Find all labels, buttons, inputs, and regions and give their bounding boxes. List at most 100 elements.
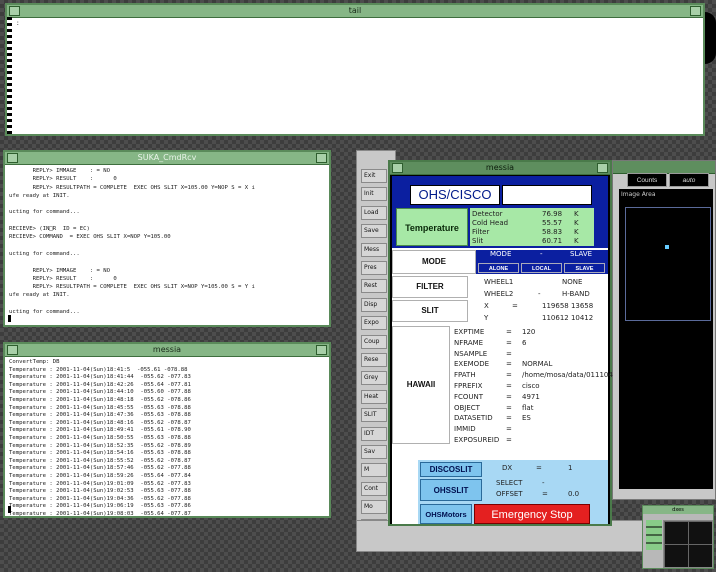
control-button-mo[interactable]: Mo	[361, 500, 387, 515]
dxes-buttons[interactable]	[646, 520, 662, 550]
wheel2-sep: -	[538, 290, 541, 298]
hawaii-param-label: EXPOSUREID	[454, 436, 500, 444]
terminal-line: REPLY> RESULT : 0	[9, 275, 117, 282]
select-sep: -	[542, 479, 545, 487]
window-resize-button[interactable]	[690, 6, 701, 16]
window-resize-button[interactable]	[316, 345, 327, 355]
tail-titlebar[interactable]: tail	[7, 5, 703, 18]
temperature-button[interactable]: Temperature	[396, 208, 468, 246]
image-area-label: Image Area	[621, 191, 656, 198]
control-button-exit[interactable]: Exit	[361, 169, 387, 183]
hawaii-param-sep: =	[506, 403, 512, 412]
mode-slave-button[interactable]: SLAVE	[564, 263, 605, 273]
terminal-line: REPLY> RESULT : 0	[9, 176, 117, 183]
hawaii-param-sep: =	[506, 436, 512, 444]
log-line: Temperature : 2001-11-04(Sun)19:01:09 -0…	[9, 480, 191, 487]
discoslit-button[interactable]: DISCOSLIT	[420, 462, 482, 477]
terminal-line: ufe ready at INIT.	[9, 192, 70, 199]
control-button-coup[interactable]: Coup	[361, 334, 387, 349]
mode-local-button[interactable]: LOCAL	[521, 263, 562, 273]
tail-scrollbar[interactable]	[7, 17, 12, 134]
hawaii-param-label: NFRAME	[454, 338, 484, 347]
terminal-line: REPLY> RESULTPATH = COMPLETE EXEC OHS SL…	[9, 184, 255, 191]
dx-label: DX	[502, 464, 513, 472]
control-button-pres[interactable]: Pres	[361, 261, 387, 275]
control-button-slit[interactable]: SLIT	[361, 408, 387, 423]
temp-unit: K	[574, 237, 579, 245]
control-button-save[interactable]: Save	[361, 224, 387, 239]
cmdrcv-titlebar[interactable]: SUKA_CmdRcv	[5, 152, 329, 165]
mode-alone-button[interactable]: ALONE	[478, 263, 519, 273]
hawaii-param-value: ES	[522, 414, 531, 423]
control-button-rese[interactable]: Rese	[361, 353, 387, 367]
ohsmotors-button[interactable]: OHSMotors	[420, 504, 472, 524]
terminal-line: REPLY> RESULTPATH = COMPLETE EXEC OHS SL…	[9, 284, 255, 291]
control-button-grey[interactable]: Grey	[361, 371, 387, 386]
log-line: Temperature : 2001-11-04(Sun)18:57:46 -0…	[9, 465, 191, 472]
counts-button[interactable]: Counts	[627, 173, 667, 187]
cmdrcv-window: SUKA_CmdRcv REPLY> IMMAGE : = NO REPLY> …	[3, 150, 331, 327]
auto-button[interactable]: auto	[669, 173, 709, 187]
control-button-expo[interactable]: Expo	[361, 316, 387, 331]
log-line: Temperature : 2001-11-04(Sun)18:44:10 -0…	[9, 389, 191, 396]
ohs-titlebar[interactable]: messia	[390, 162, 610, 175]
temp-label: Cold Head	[472, 219, 509, 227]
window-menu-button[interactable]	[7, 345, 18, 355]
slit-y-value: 110612 10412	[542, 314, 594, 322]
window-menu-button[interactable]	[392, 163, 403, 173]
control-button-mess[interactable]: Mess	[361, 242, 387, 257]
control-button-init[interactable]: Init	[361, 187, 387, 202]
control-button-rest[interactable]: Rest	[361, 279, 387, 294]
control-button-load[interactable]: Load	[361, 205, 387, 220]
window-resize-button[interactable]	[316, 153, 327, 163]
hawaii-param-sep: =	[506, 360, 512, 369]
slit-x-label: X	[484, 302, 489, 310]
dxes-grid	[663, 520, 713, 568]
terminal-line: RECIEVE> COMMAND = EXEC OHS SLIT X=NOP Y…	[9, 234, 171, 241]
emergency-stop-button[interactable]: Emergency Stop	[474, 504, 590, 524]
hawaii-param-value: /home/mosa/data/011104	[522, 371, 613, 380]
hawaii-button[interactable]: HAWAII	[392, 326, 450, 444]
temp-value: 60.71	[542, 237, 563, 245]
control-button-idt[interactable]: IDT	[361, 426, 387, 441]
image-view[interactable]	[625, 207, 711, 321]
hawaii-param-sep: =	[506, 392, 512, 401]
control-button-heat[interactable]: Heat	[361, 389, 387, 404]
hawaii-param-label: EXPTIME	[454, 328, 485, 336]
hawaii-param-label: DATASETID	[454, 414, 493, 423]
hawaii-param-value: NORMAL	[522, 360, 553, 369]
dxes-window: dxes	[642, 505, 714, 569]
ohs-title: messia	[485, 163, 515, 172]
log-line: Temperature : 2001-11-04(Sun)18:49:41 -0…	[9, 427, 191, 434]
offset-label: OFFSET	[496, 490, 523, 498]
messia-log-titlebar[interactable]: messia	[5, 344, 329, 357]
temp-value: 55.57	[542, 219, 563, 227]
hawaii-param-sep: =	[506, 338, 512, 347]
cmdrcv-output: REPLY> IMMAGE : = NO REPLY> RESULT : 0 R…	[5, 165, 329, 316]
wheel1-value: NONE	[562, 278, 583, 286]
hawaii-param-label: EXEMODE	[454, 360, 490, 369]
control-button-disp[interactable]: Disp	[361, 297, 387, 312]
temperature-readouts: Detector 76.98 K Cold Head 55.57 K Filter 58.83…	[470, 208, 594, 246]
filter-button[interactable]: FILTER	[392, 276, 468, 298]
control-button-m[interactable]: M	[361, 463, 387, 478]
hawaii-param-label: OBJECT	[454, 403, 480, 412]
window-menu-button[interactable]	[7, 153, 18, 163]
ohsslit-button[interactable]: OHSSLIT	[420, 479, 482, 501]
window-menu-button[interactable]	[9, 6, 20, 16]
hawaii-param-value: 4971	[522, 392, 540, 401]
hawaii-param-sep: =	[506, 425, 512, 434]
control-button-sav[interactable]: Sav	[361, 445, 387, 459]
log-line: Temperature : 2001-11-04(Sun)19:02:53 -0…	[9, 488, 191, 495]
hawaii-param-sep: =	[506, 349, 512, 358]
mode-button[interactable]: MODE	[392, 250, 476, 274]
terminal-line: REPLY> IMMAGE : = NO	[9, 267, 111, 274]
log-line: Temperature : 2001-11-04(Sun)18:45:55 -0…	[9, 404, 191, 411]
background-window-edge	[705, 12, 716, 64]
window-resize-button[interactable]	[597, 163, 608, 173]
hawaii-param-label: FPATH	[454, 371, 476, 380]
slit-button[interactable]: SLIT	[392, 300, 468, 322]
control-button-cont[interactable]: Cont	[361, 481, 387, 496]
dxes-titlebar[interactable]: dxes	[643, 506, 713, 514]
